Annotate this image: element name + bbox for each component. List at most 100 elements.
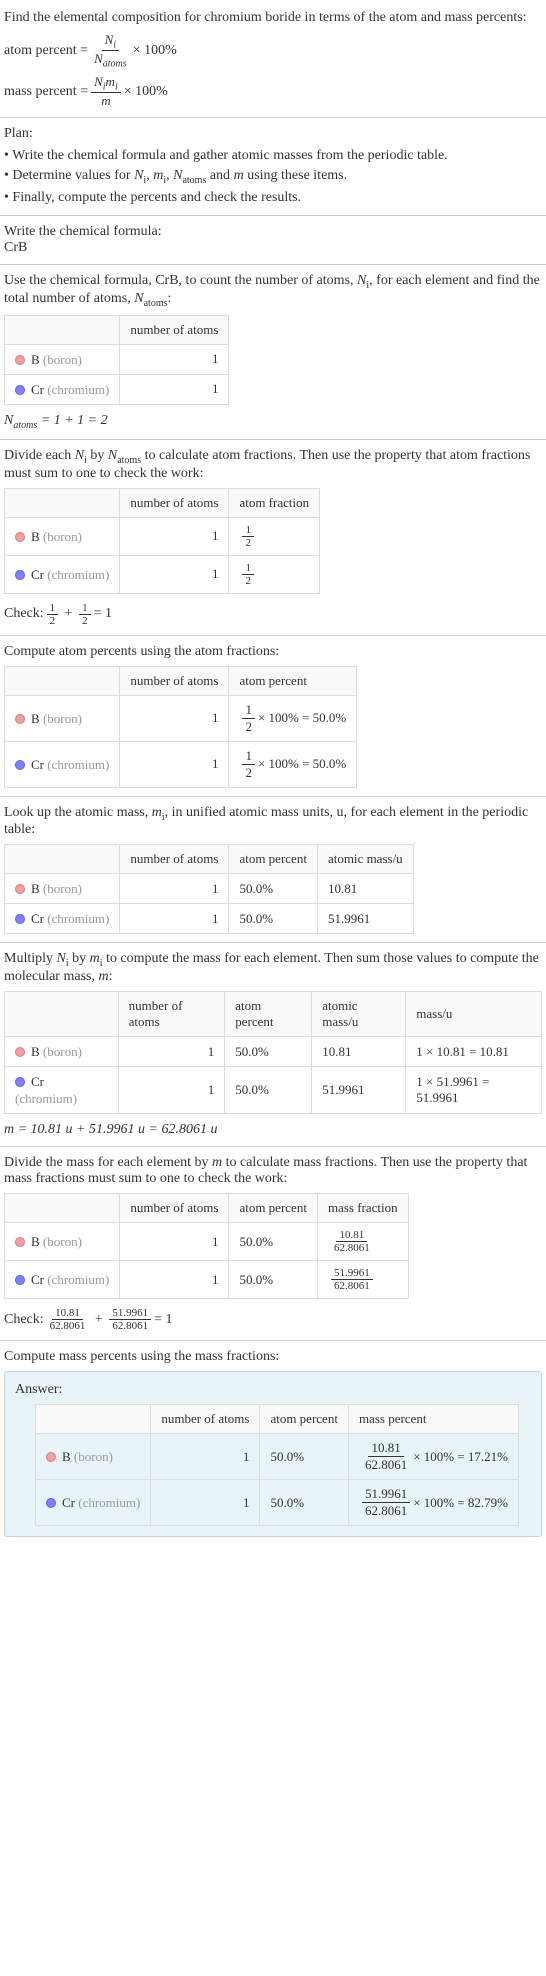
table-row: B (boron) 1 50.0% 10.81 1 × 10.81 = 10.8… (5, 1037, 542, 1067)
table-row: B (boron) 1 12 (5, 517, 320, 555)
el-name-paren: (boron) (43, 529, 82, 544)
check-label: Check: (4, 1312, 44, 1328)
chromium-swatch-icon (15, 760, 25, 770)
el-name-paren: (boron) (43, 1234, 82, 1249)
count-atoms-section: Use the chemical formula, CrB, to count … (0, 265, 546, 439)
chromium-swatch-icon (15, 385, 25, 395)
cell-value: 1 (118, 1037, 225, 1067)
check-label: Check: (4, 606, 44, 622)
cell-value: 10.81 (312, 1037, 406, 1067)
times-100-2: × 100% (124, 84, 168, 100)
cell-value: 1 (120, 555, 229, 593)
mass-percent-frac: Nimi m (91, 74, 121, 110)
boron-swatch-icon (46, 1452, 56, 1462)
col-number-of-atoms: number of atoms (120, 315, 229, 344)
boron-swatch-icon (15, 714, 25, 724)
el-symbol: B (62, 1449, 71, 1464)
col-number-of-atoms: number of atoms (118, 992, 225, 1037)
el-name-paren: (boron) (43, 1044, 82, 1059)
col-number-of-atoms: number of atoms (120, 845, 229, 874)
boron-swatch-icon (15, 884, 25, 894)
mass-section: Multiply Ni by mi to compute the mass fo… (0, 943, 546, 1147)
el-name-paren: (chromium) (15, 1091, 77, 1106)
cell-value: 1 × 51.9961 = 51.9961 (406, 1067, 542, 1114)
col-atom-fraction: atom fraction (229, 488, 320, 517)
frac-den: 62.8061 (331, 1280, 373, 1292)
boron-swatch-icon (15, 1047, 25, 1057)
el-symbol: B (31, 352, 40, 367)
col-number-of-atoms: number of atoms (120, 488, 229, 517)
molecular-mass-sum: m = 10.81 u + 51.9961 u = 62.8061 u (4, 1122, 542, 1138)
table-row: B (boron) 1 50.0% 10.81 (5, 874, 414, 904)
col-atom-percent: atom percent (225, 992, 312, 1037)
formula-title: Write the chemical formula: (4, 224, 542, 240)
cell-value: 1 × 10.81 = 10.81 (406, 1037, 542, 1067)
chromium-swatch-icon (15, 570, 25, 580)
cell-value: 50.0% (260, 1434, 349, 1480)
chromium-swatch-icon (46, 1498, 56, 1508)
col-number-of-atoms: number of atoms (151, 1405, 260, 1434)
col-atomic-mass: atomic mass/u (312, 992, 406, 1037)
chromium-swatch-icon (15, 1077, 25, 1087)
col-number-of-atoms: number of atoms (120, 1194, 229, 1223)
el-symbol: B (31, 1234, 40, 1249)
el-symbol: B (31, 881, 40, 896)
el-symbol: B (31, 1044, 40, 1059)
section-text: Look up the atomic mass, mi, in unified … (4, 805, 542, 839)
atomic-mass-section: Look up the atomic mass, mi, in unified … (0, 797, 546, 944)
section-text: Use the chemical formula, CrB, to count … (4, 273, 542, 309)
times-100: × 100% (133, 43, 177, 59)
plan-item: • Write the chemical formula and gather … (4, 146, 542, 166)
check-line: Check: 12 + 12 = 1 (4, 602, 542, 627)
col-mass-fraction: mass fraction (317, 1194, 408, 1223)
el-symbol: Cr (62, 1495, 75, 1510)
col-mass: mass/u (406, 992, 542, 1037)
plan-item: • Determine values for Ni, mi, Natoms an… (4, 166, 542, 188)
frac-num: 51.9961 (331, 1267, 373, 1280)
el-symbol: Cr (31, 911, 44, 926)
cell-value: 10.81 (317, 874, 413, 904)
pct-calc: × 100% = 82.79% (413, 1495, 508, 1511)
mass-fractions-section: Divide the mass for each element by m to… (0, 1147, 546, 1341)
mass-percents-section: Compute mass percents using the mass fra… (0, 1341, 546, 1545)
atom-fractions-table: number of atomsatom fraction B (boron) 1… (4, 488, 320, 594)
el-name-paren: (chromium) (47, 1272, 109, 1287)
col-mass-percent: mass percent (348, 1405, 518, 1434)
atom-percents-section: Compute atom percents using the atom fra… (0, 636, 546, 797)
atom-fractions-section: Divide each Ni by Natoms to calculate at… (0, 440, 546, 636)
mass-percent-label: mass percent = (4, 84, 88, 100)
plan-list: • Write the chemical formula and gather … (4, 146, 542, 207)
chemical-formula: CrB (4, 240, 542, 256)
cell-value: 1 (120, 741, 229, 787)
cell-value: 1 (120, 517, 229, 555)
chromium-swatch-icon (15, 914, 25, 924)
cell-value: 51.9961 (317, 904, 413, 934)
section-text: Compute atom percents using the atom fra… (4, 644, 542, 660)
cell-value: 1 (120, 344, 229, 374)
col-atom-percent: atom percent (229, 845, 318, 874)
atom-percent-frac: Ni Natoms (91, 32, 130, 70)
plan-title: Plan: (4, 126, 542, 142)
boron-swatch-icon (15, 355, 25, 365)
cell-value: 50.0% (229, 904, 318, 934)
mass-fractions-table: number of atomsatom percentmass fraction… (4, 1193, 409, 1299)
boron-swatch-icon (15, 1237, 25, 1247)
cell-value: 1 (151, 1480, 260, 1526)
col-atomic-mass: atomic mass/u (317, 845, 413, 874)
mass-percents-table: number of atomsatom percentmass percent … (35, 1404, 519, 1526)
el-symbol: B (31, 711, 40, 726)
plan-section: Plan: • Write the chemical formula and g… (0, 118, 546, 216)
cell-value: 1 (118, 1067, 225, 1114)
cell-value: 50.0% (229, 874, 318, 904)
cell-value: 50.0% (260, 1480, 349, 1526)
cell-value: 1 (120, 874, 229, 904)
col-number-of-atoms: number of atoms (120, 666, 229, 695)
frac-cell: 51.996162.8061 (331, 1267, 373, 1292)
pct-calc: × 100% = 50.0% (258, 756, 346, 772)
el-symbol: Cr (31, 567, 44, 582)
table-row: Cr (chromium) 1 50.0% 51.996162.8061 (5, 1261, 409, 1299)
formula-section: Write the chemical formula: CrB (0, 216, 546, 265)
cell-value: 51.9961 (312, 1067, 406, 1114)
el-name-paren: (chromium) (78, 1495, 140, 1510)
frac-num: 1 (242, 524, 254, 537)
